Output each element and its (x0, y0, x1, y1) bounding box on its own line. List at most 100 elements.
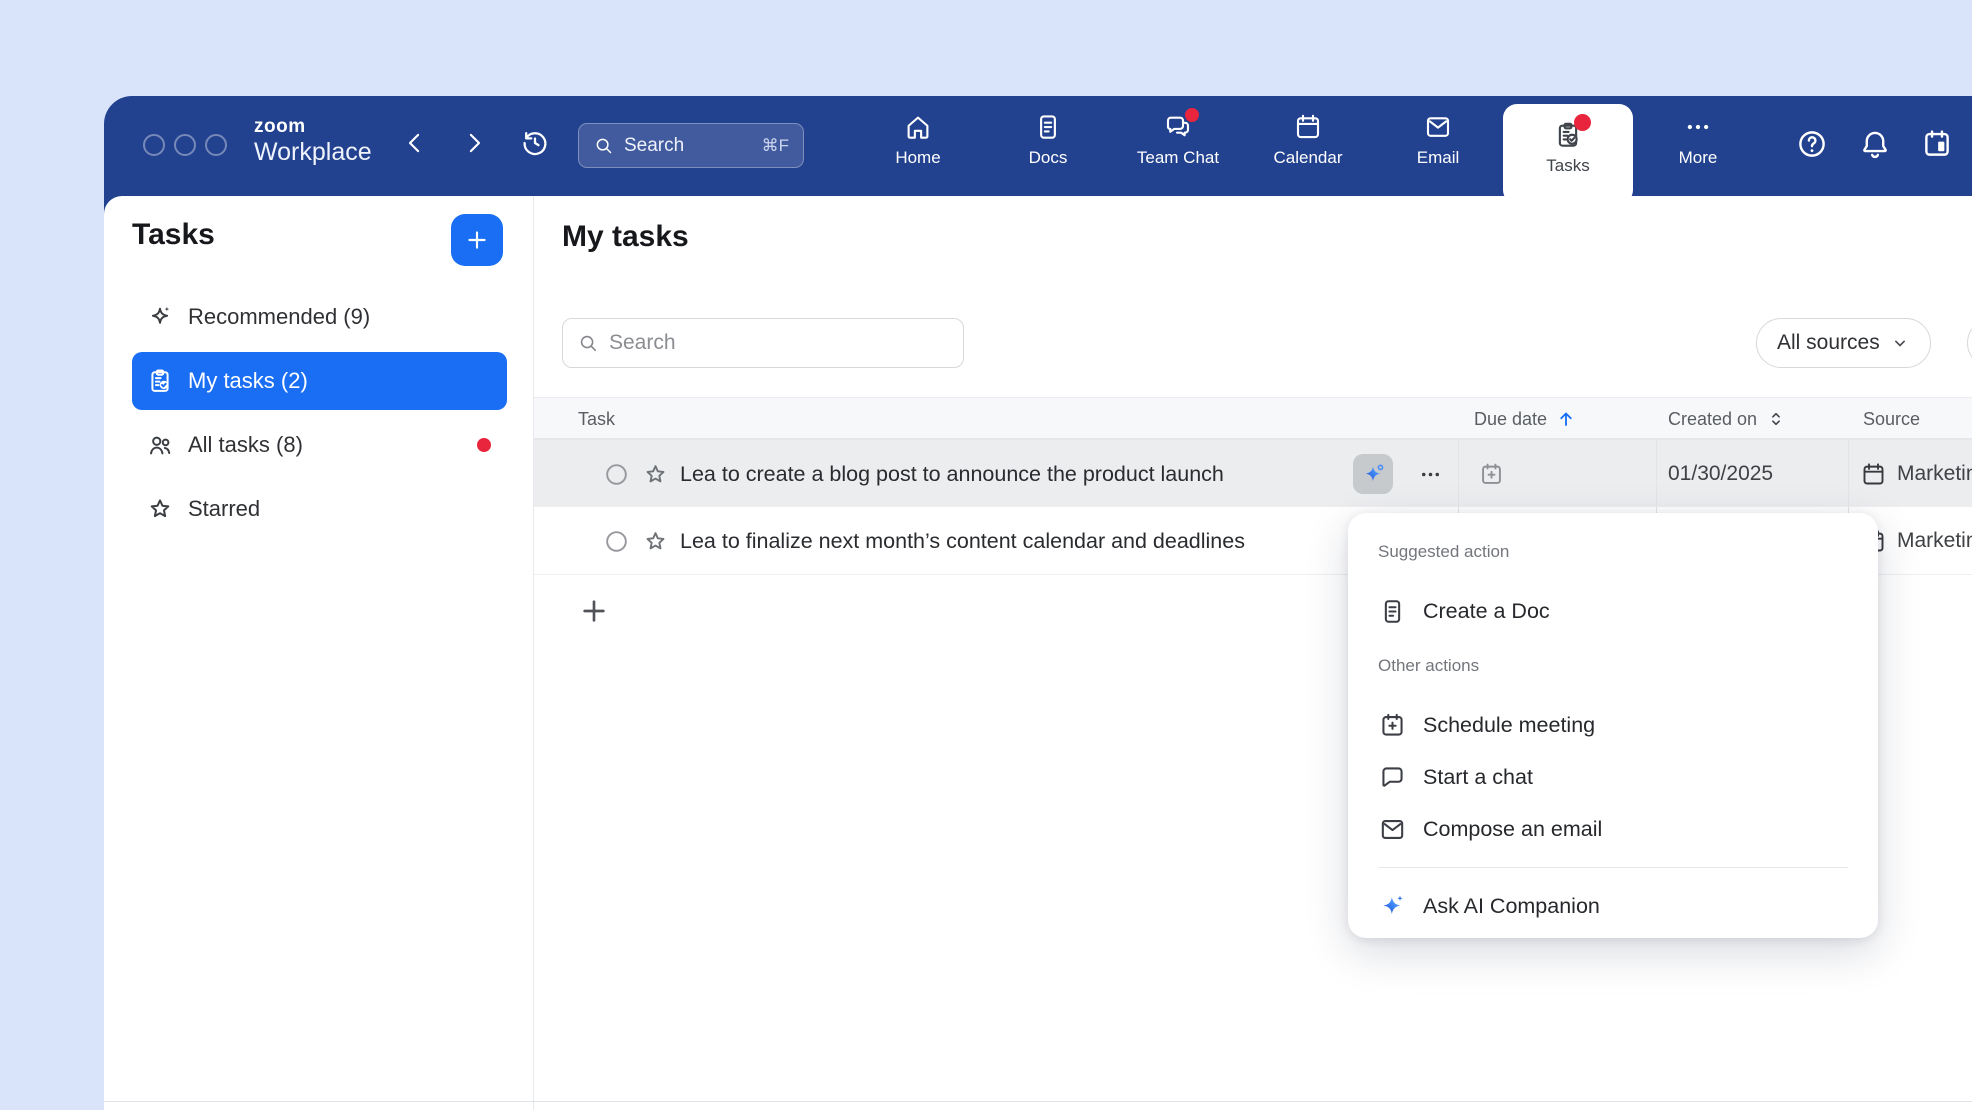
help-icon (1795, 127, 1829, 161)
forward-button[interactable] (459, 128, 489, 158)
tasks-sidebar: Tasks Recommended (9) My tasks (2) (104, 196, 533, 1110)
ai-sparkle-icon (1361, 462, 1386, 487)
chevron-down-icon (1890, 333, 1910, 353)
home-icon (903, 112, 933, 142)
back-button[interactable] (400, 128, 430, 158)
circle-checkbox-icon (603, 528, 630, 555)
window-controls (143, 134, 227, 156)
desktop-background: zoom Workplace Search ⌘F Home (0, 0, 1972, 1110)
star-task-button[interactable] (642, 461, 669, 491)
global-search[interactable]: Search ⌘F (578, 123, 804, 168)
menu-divider (1378, 867, 1848, 868)
logo-workplace-text: Workplace (254, 140, 372, 165)
column-header-due-date[interactable]: Due date (1474, 398, 1577, 440)
menu-item-schedule-meeting[interactable]: Schedule meeting (1348, 699, 1878, 751)
column-header-created-on[interactable]: Created on (1668, 398, 1787, 440)
chat-bubble-icon (1378, 763, 1407, 792)
ellipsis-icon (1418, 462, 1443, 487)
calendar-badge-icon (1920, 127, 1954, 161)
notifications-button[interactable] (1858, 127, 1892, 161)
task-more-options-button[interactable] (1418, 462, 1443, 490)
sparkle-icon (146, 303, 174, 331)
envelope-icon (1378, 815, 1407, 844)
menu-item-compose-email[interactable]: Compose an email (1348, 803, 1878, 855)
doc-icon (1378, 597, 1407, 626)
window-control-close[interactable] (143, 134, 165, 156)
secondary-filter-dropdown[interactable] (1967, 318, 1972, 368)
task-actions-menu: Suggested action Create a Doc Other acti… (1348, 513, 1878, 938)
tasks-search-input[interactable] (609, 331, 949, 355)
sidebar-item-starred[interactable]: Starred (132, 480, 507, 538)
column-header-source: Source (1863, 398, 1920, 440)
top-navbar: zoom Workplace Search ⌘F Home (104, 96, 1972, 196)
star-task-button[interactable] (642, 528, 669, 558)
star-icon (146, 495, 174, 523)
page-title: My tasks (562, 220, 689, 254)
task-created-on: 01/30/2025 (1668, 440, 1773, 508)
other-actions-section-label: Other actions (1378, 649, 1878, 683)
calendar-icon (1860, 461, 1887, 488)
suggested-action-section-label: Suggested action (1378, 535, 1878, 569)
search-shortcut: ⌘F (762, 136, 789, 156)
primary-navigation: Home Docs Team Chat Calendar Em (853, 96, 1763, 196)
all-tasks-notification-dot (477, 438, 491, 452)
menu-item-start-chat[interactable]: Start a chat (1348, 751, 1878, 803)
sidebar-item-all-tasks[interactable]: All tasks (8) (132, 416, 507, 474)
new-task-button[interactable] (451, 214, 503, 266)
history-button[interactable] (519, 127, 551, 159)
task-title: Lea to create a blog post to announce th… (680, 440, 1224, 508)
ai-companion-sparkle-icon (1378, 892, 1407, 921)
more-ellipsis-icon (1683, 112, 1713, 142)
nav-tasks[interactable]: Tasks (1503, 104, 1633, 204)
search-icon (593, 135, 614, 156)
sidebar-item-recommended[interactable]: Recommended (9) (132, 288, 507, 346)
sort-chevrons-icon (1765, 408, 1787, 430)
plus-icon (578, 595, 610, 627)
add-task-inline-button[interactable] (576, 594, 612, 630)
nav-docs[interactable]: Docs (983, 96, 1113, 196)
menu-item-ask-ai-companion[interactable]: Ask AI Companion (1348, 880, 1878, 932)
task-source: Marketing (1860, 440, 1972, 508)
upcoming-meetings-button[interactable] (1920, 127, 1954, 161)
window-control-minimize[interactable] (174, 134, 196, 156)
circle-checkbox-icon (603, 461, 630, 488)
star-icon (642, 461, 669, 488)
team-chat-notification-dot (1185, 108, 1199, 122)
zoom-workplace-logo: zoom Workplace (254, 117, 372, 165)
tasks-notification-dot (1574, 114, 1591, 131)
ai-companion-actions-button[interactable] (1353, 454, 1393, 494)
logo-zoom-text: zoom (254, 117, 372, 136)
history-icon (519, 127, 551, 159)
calendar-icon (1293, 112, 1323, 142)
people-icon (146, 431, 174, 459)
window-bottom-edge (104, 1101, 1972, 1102)
email-icon (1423, 112, 1453, 142)
chevron-left-icon (400, 128, 430, 158)
global-search-placeholder: Search (624, 135, 752, 157)
search-icon (577, 332, 599, 354)
complete-task-checkbox[interactable] (603, 528, 630, 558)
nav-home[interactable]: Home (853, 96, 983, 196)
sidebar-item-my-tasks[interactable]: My tasks (2) (132, 352, 507, 410)
star-icon (642, 528, 669, 555)
plus-icon (464, 227, 490, 253)
nav-email[interactable]: Email (1373, 96, 1503, 196)
nav-more[interactable]: More (1633, 96, 1763, 196)
help-button[interactable] (1795, 127, 1829, 161)
sort-ascending-arrow-icon (1555, 408, 1577, 430)
task-title: Lea to finalize next month’s content cal… (680, 507, 1245, 575)
tasks-search[interactable] (562, 318, 964, 368)
sources-filter-dropdown[interactable]: All sources (1756, 318, 1931, 368)
window-control-zoom[interactable] (205, 134, 227, 156)
nav-team-chat[interactable]: Team Chat (1113, 96, 1243, 196)
bell-icon (1858, 127, 1892, 161)
column-header-task: Task (578, 398, 615, 440)
tasks-table-header: Task Due date Created on Source (534, 397, 1972, 439)
calendar-plus-icon (1378, 711, 1407, 740)
menu-item-create-doc[interactable]: Create a Doc (1348, 585, 1878, 637)
add-due-date-button[interactable] (1478, 461, 1505, 491)
table-row[interactable]: Lea to create a blog post to announce th… (534, 439, 1972, 507)
nav-calendar[interactable]: Calendar (1243, 96, 1373, 196)
complete-task-checkbox[interactable] (603, 461, 630, 491)
sidebar-title: Tasks (132, 218, 215, 252)
